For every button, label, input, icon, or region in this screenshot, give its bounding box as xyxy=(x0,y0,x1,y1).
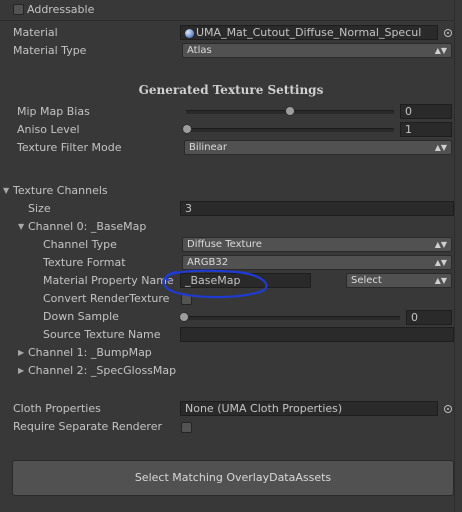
texture-channels-foldout-icon[interactable]: ▼ xyxy=(3,184,9,198)
channel-type-value: Diffuse Texture xyxy=(187,239,262,250)
texture-filter-mode-label: Texture Filter Mode xyxy=(17,141,122,154)
channel0-label[interactable]: Channel 0: _BaseMap xyxy=(28,220,146,234)
panel-right-edge xyxy=(454,0,455,512)
material-property-select-dropdown[interactable]: Select ▲▼ xyxy=(346,273,452,288)
material-type-value: Atlas xyxy=(187,45,212,56)
chevron-updown-icon: ▲▼ xyxy=(434,276,447,285)
aniso-level-label: Aniso Level xyxy=(17,123,80,136)
select-matching-overlay-button[interactable]: Select Matching OverlayDataAssets xyxy=(12,460,454,496)
material-picker-icon[interactable] xyxy=(444,29,452,37)
channel-type-dropdown[interactable]: Diffuse Texture ▲▼ xyxy=(182,237,452,252)
aniso-level-input[interactable]: 1 xyxy=(400,122,452,137)
material-type-label: Material Type xyxy=(13,44,87,57)
channel1-label[interactable]: Channel 1: _BumpMap xyxy=(28,346,152,360)
addressable-label: Addressable xyxy=(27,3,95,16)
source-texture-name-label: Source Texture Name xyxy=(43,328,161,341)
size-input[interactable]: 3 xyxy=(180,201,454,216)
down-sample-label: Down Sample xyxy=(43,310,119,323)
addressable-checkbox[interactable] xyxy=(13,4,24,15)
mip-map-bias-input[interactable]: 0 xyxy=(400,104,452,119)
texture-format-label: Texture Format xyxy=(43,256,126,269)
require-separate-renderer-label: Require Separate Renderer xyxy=(13,420,162,433)
chevron-updown-icon: ▲▼ xyxy=(434,143,447,152)
down-sample-slider-thumb[interactable] xyxy=(179,312,189,322)
channel2-label[interactable]: Channel 2: _SpecGlossMap xyxy=(28,364,176,378)
material-type-dropdown[interactable]: Atlas ▲▼ xyxy=(182,43,452,58)
chevron-updown-icon: ▲▼ xyxy=(434,46,447,55)
channel1-foldout-icon[interactable]: ▶ xyxy=(18,346,24,360)
source-texture-name-input[interactable] xyxy=(180,327,454,342)
mip-map-bias-label: Mip Map Bias xyxy=(17,105,90,118)
channel-type-label: Channel Type xyxy=(43,238,117,251)
texture-filter-mode-dropdown[interactable]: Bilinear ▲▼ xyxy=(184,140,452,155)
down-sample-input[interactable]: 0 xyxy=(406,310,452,325)
chevron-updown-icon: ▲▼ xyxy=(434,258,447,267)
cloth-properties-picker-icon[interactable] xyxy=(444,405,452,413)
channel2-foldout-icon[interactable]: ▶ xyxy=(18,364,24,378)
down-sample-slider-track[interactable] xyxy=(186,316,400,320)
material-property-select-label: Select xyxy=(351,275,382,286)
mip-map-bias-slider-thumb[interactable] xyxy=(285,106,295,116)
annotation-circle-scribble xyxy=(162,269,268,299)
material-label: Material xyxy=(13,26,58,39)
material-object-field[interactable]: UMA_Mat_Cutout_Diffuse_Normal_Specul xyxy=(180,25,438,40)
material-sphere-icon xyxy=(185,28,194,38)
size-label: Size xyxy=(28,202,51,215)
chevron-updown-icon: ▲▼ xyxy=(434,240,447,249)
aniso-level-slider-thumb[interactable] xyxy=(182,124,192,134)
material-value: UMA_Mat_Cutout_Diffuse_Normal_Specul xyxy=(196,26,422,39)
cloth-properties-label: Cloth Properties xyxy=(13,402,101,415)
require-separate-renderer-checkbox[interactable] xyxy=(181,422,192,433)
generated-settings-title: Generated Texture Settings xyxy=(138,83,324,97)
addressable-divider xyxy=(0,20,454,21)
aniso-level-slider-track[interactable] xyxy=(186,128,394,132)
cloth-properties-object-field[interactable]: None (UMA Cloth Properties) xyxy=(180,401,438,416)
texture-filter-mode-value: Bilinear xyxy=(189,142,227,153)
texture-channels-label[interactable]: Texture Channels xyxy=(13,184,108,198)
channel0-foldout-icon[interactable]: ▼ xyxy=(18,220,24,234)
